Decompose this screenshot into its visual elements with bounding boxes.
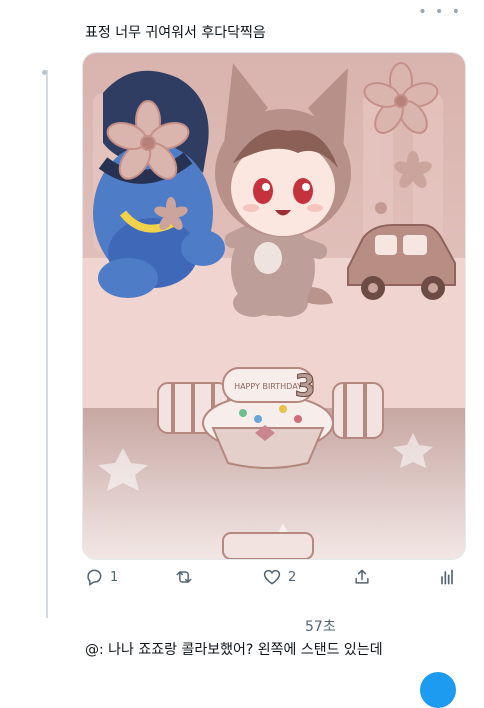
retweet-button[interactable] [174, 567, 200, 587]
analytics-button[interactable] [437, 567, 457, 587]
heart-icon [263, 569, 281, 585]
reply-button[interactable]: 1 [84, 567, 118, 587]
thread-dot [42, 70, 47, 75]
analytics-icon [441, 569, 453, 585]
share-button[interactable] [352, 567, 372, 587]
reply-text: @: 나나 죠죠랑 콜라보했어? 왼쪽에 스탠드 있는데 [85, 642, 383, 658]
compose-button[interactable] [420, 672, 456, 708]
cake-sign-text: HAPPY BIRTHDAY [234, 382, 302, 391]
like-button[interactable]: 2 [262, 567, 296, 587]
tweet-text: 표정 너무 귀여워서 후다닥찍음 [85, 25, 266, 41]
reply-count: 1 [110, 569, 119, 585]
tweet-image[interactable]: HAPPY BIRTHDAY 3 [82, 52, 466, 560]
more-options-icon[interactable]: • • • [418, 4, 462, 20]
reply-icon [87, 569, 102, 586]
reply-timestamp: 57초 [305, 619, 336, 635]
share-icon [355, 569, 369, 584]
like-count: 2 [288, 569, 297, 585]
tweet-action-bar: 1 2 [82, 565, 467, 593]
birthday-illustration: HAPPY BIRTHDAY 3 [83, 53, 465, 559]
retweet-icon [176, 571, 192, 583]
thread-line [46, 70, 48, 618]
cake-number: 3 [295, 369, 316, 404]
